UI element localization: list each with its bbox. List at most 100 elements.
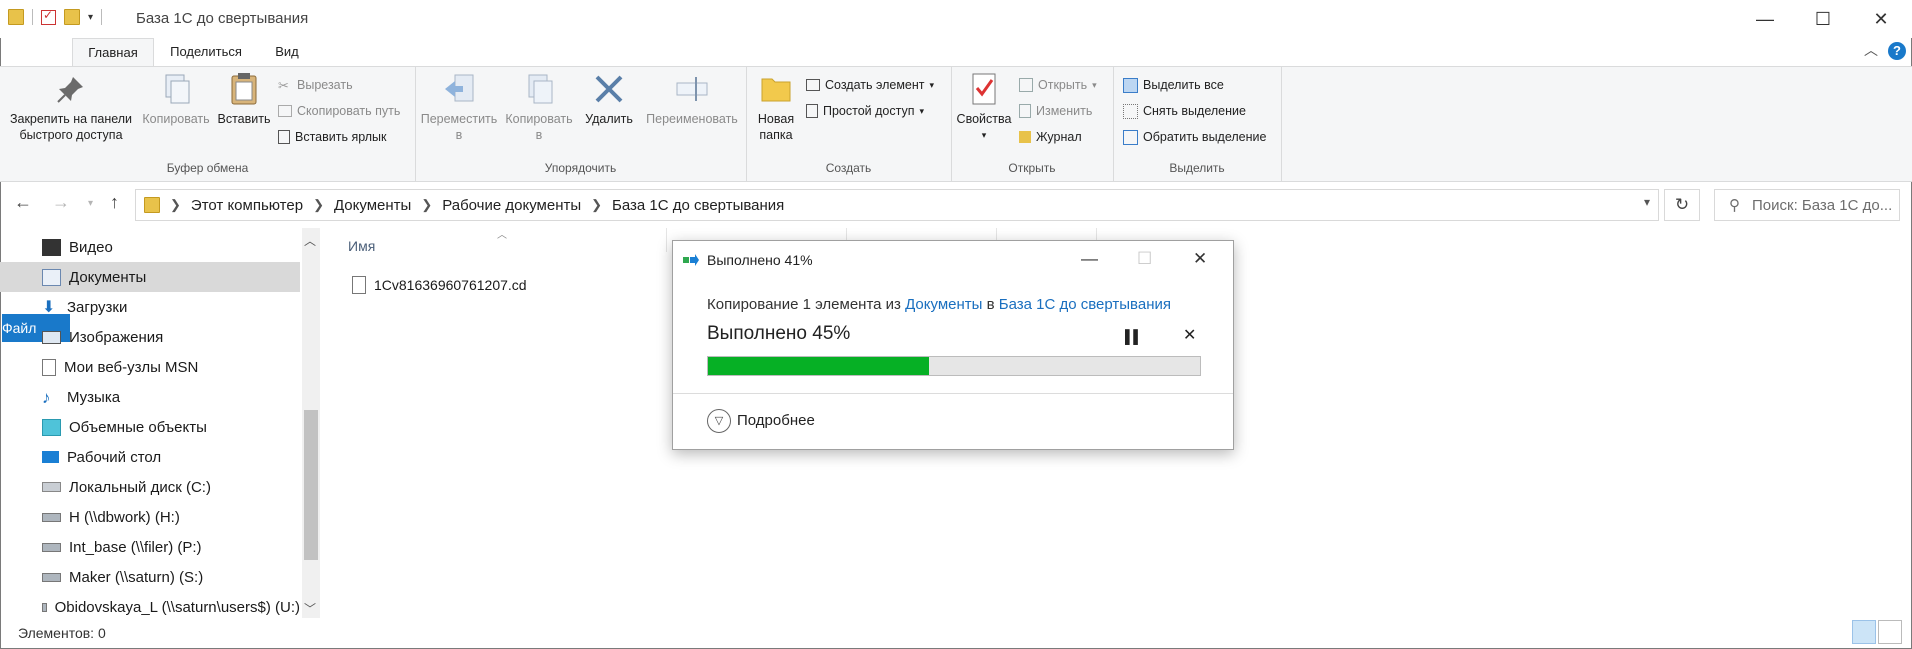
new-folder-icon[interactable]: [64, 9, 80, 25]
rename-button[interactable]: Переименовать: [641, 71, 743, 127]
copy-to-button[interactable]: Копировать в: [501, 71, 577, 143]
pin-icon: [53, 71, 89, 107]
cut-button[interactable]: ✂ Вырезать: [278, 75, 353, 95]
new-item-button[interactable]: Создать элемент ▾: [806, 75, 934, 95]
tab-home[interactable]: Главная: [72, 38, 154, 68]
recent-locations-chevron-icon[interactable]: ▾: [88, 198, 93, 209]
folder-icon: [144, 197, 160, 213]
copy-path-button[interactable]: Скопировать путь: [278, 101, 400, 121]
collapse-ribbon-icon[interactable]: ︿: [1864, 40, 1878, 60]
move-to-label-line2: в: [455, 128, 463, 142]
breadcrumb-documents[interactable]: Документы: [334, 197, 411, 214]
search-input[interactable]: ⚲ Поиск: База 1С до...: [1714, 189, 1900, 221]
select-all-button[interactable]: Выделить все: [1123, 75, 1224, 95]
chevron-right-icon[interactable]: ❯: [421, 197, 432, 213]
cut-label: Вырезать: [297, 78, 353, 92]
delete-button[interactable]: Удалить: [579, 71, 639, 127]
sort-ascending-icon: ︿: [497, 230, 507, 241]
nav-item-label: H (\\dbwork) (H:): [69, 508, 180, 526]
network-drive-icon: [42, 602, 47, 612]
back-arrow-icon[interactable]: ←: [14, 192, 32, 213]
delete-x-icon: [591, 71, 627, 107]
properties-icon[interactable]: [41, 8, 56, 25]
pause-icon[interactable]: ▌▌: [1125, 329, 1142, 344]
video-folder-icon: [42, 238, 61, 256]
nav-scrollbar-thumb[interactable]: [304, 410, 318, 560]
chevron-right-icon[interactable]: ❯: [313, 197, 324, 213]
ribbon: Закрепить на панели быстрого доступа Коп…: [0, 66, 1912, 182]
open-button[interactable]: Открыть ▾: [1019, 75, 1097, 95]
forward-arrow-icon[interactable]: →: [52, 192, 70, 213]
nav-item-local-disk[interactable]: Локальный диск (C:): [0, 472, 300, 502]
destination-folder-link[interactable]: База 1С до свертывания: [999, 296, 1171, 313]
copy-button[interactable]: Копировать: [138, 71, 214, 127]
dialog-title: Выполнено 41%: [707, 252, 813, 268]
desktop-icon: [42, 451, 59, 463]
column-header-name[interactable]: Имя: [348, 238, 375, 254]
nav-item-video[interactable]: Видео: [0, 232, 300, 262]
large-icons-view-icon[interactable]: [1878, 620, 1902, 644]
nav-item-drive-p[interactable]: Int_base (\\filer) (P:): [0, 532, 300, 562]
local-disk-icon: [42, 482, 61, 492]
nav-item-documents[interactable]: Документы: [0, 262, 300, 292]
paste-shortcut-button[interactable]: Вставить ярлык: [278, 127, 387, 147]
select-none-button[interactable]: Снять выделение: [1123, 101, 1246, 121]
address-dropdown-icon[interactable]: ▾: [1644, 195, 1650, 209]
up-arrow-icon[interactable]: ↑: [110, 192, 119, 213]
address-bar[interactable]: ❯ Этот компьютер ❯ Документы ❯ Рабочие д…: [135, 189, 1659, 221]
tab-view[interactable]: Вид: [262, 38, 312, 66]
breadcrumb-work-documents[interactable]: Рабочие документы: [442, 197, 581, 214]
dialog-minimize-icon[interactable]: —: [1081, 249, 1098, 269]
nav-item-drive-s[interactable]: Maker (\\saturn) (S:): [0, 562, 300, 592]
chevron-down-circle-icon[interactable]: ▽: [707, 409, 731, 433]
move-to-button[interactable]: Переместить в: [419, 71, 499, 143]
paste-button[interactable]: Вставить: [214, 71, 274, 127]
maximize-icon[interactable]: ☐: [1794, 0, 1852, 38]
search-placeholder: Поиск: База 1С до...: [1752, 196, 1893, 214]
properties-button[interactable]: Свойства ▾: [955, 71, 1013, 143]
column-divider[interactable]: [666, 228, 667, 252]
invert-selection-button[interactable]: Обратить выделение: [1123, 127, 1266, 147]
breadcrumb-current-folder[interactable]: База 1С до свертывания: [612, 197, 784, 214]
minimize-icon[interactable]: —: [1736, 0, 1794, 38]
network-drive-icon: [42, 572, 61, 582]
nav-item-3d-objects[interactable]: Объемные объекты: [0, 412, 300, 442]
help-icon[interactable]: ?: [1888, 42, 1906, 60]
nav-item-downloads[interactable]: ⬇ Загрузки: [0, 292, 300, 322]
tab-share[interactable]: Поделиться: [160, 38, 252, 66]
nav-item-msn-sites[interactable]: Мои веб-узлы MSN: [0, 352, 300, 382]
customize-toolbar-icon[interactable]: ▾: [88, 12, 93, 23]
new-folder-button[interactable]: Новая папка: [750, 71, 802, 143]
chevron-down-icon: ▾: [1092, 79, 1097, 90]
easy-access-button[interactable]: Простой доступ ▾: [806, 101, 924, 121]
open-icon: [1019, 78, 1033, 92]
source-folder-link[interactable]: Документы: [905, 296, 982, 313]
more-details-button[interactable]: Подробнее: [737, 412, 815, 429]
nav-item-desktop[interactable]: Рабочий стол: [0, 442, 300, 472]
new-item-icon: [806, 79, 820, 91]
close-icon[interactable]: ✕: [1852, 0, 1910, 38]
nav-item-drive-u[interactable]: Obidovskaya_L (\\saturn\users$) (U:): [0, 592, 300, 618]
nav-item-music[interactable]: ♪ Музыка: [0, 382, 300, 412]
cancel-copy-icon[interactable]: ✕: [1183, 325, 1196, 345]
properties-label: Свойства: [956, 112, 1012, 126]
nav-item-drive-h[interactable]: H (\\dbwork) (H:): [0, 502, 300, 532]
group-organize: Переместить в Копировать в Удалить Переи…: [415, 67, 747, 181]
breadcrumb-this-pc[interactable]: Этот компьютер: [191, 197, 303, 214]
history-button[interactable]: Журнал: [1019, 127, 1082, 147]
scroll-up-icon[interactable]: ︿: [304, 232, 316, 249]
chevron-down-icon: ▾: [981, 130, 987, 140]
pin-quick-access-button[interactable]: Закрепить на панели быстрого доступа: [6, 71, 136, 143]
file-row[interactable]: 1Cv81636960761207.cd: [352, 276, 527, 294]
chevron-right-icon[interactable]: ❯: [170, 197, 181, 213]
edit-button[interactable]: Изменить: [1019, 101, 1092, 121]
dialog-close-icon[interactable]: ✕: [1193, 249, 1207, 269]
nav-item-pictures[interactable]: Изображения: [0, 322, 300, 352]
scroll-down-icon[interactable]: ﹀: [304, 600, 316, 617]
refresh-icon[interactable]: ↻: [1664, 189, 1700, 221]
downloads-icon: ⬇: [42, 298, 56, 316]
paste-icon: [226, 71, 262, 107]
progress-bar-fill: [708, 357, 930, 375]
details-view-icon[interactable]: [1852, 620, 1876, 644]
chevron-right-icon[interactable]: ❯: [591, 197, 602, 213]
